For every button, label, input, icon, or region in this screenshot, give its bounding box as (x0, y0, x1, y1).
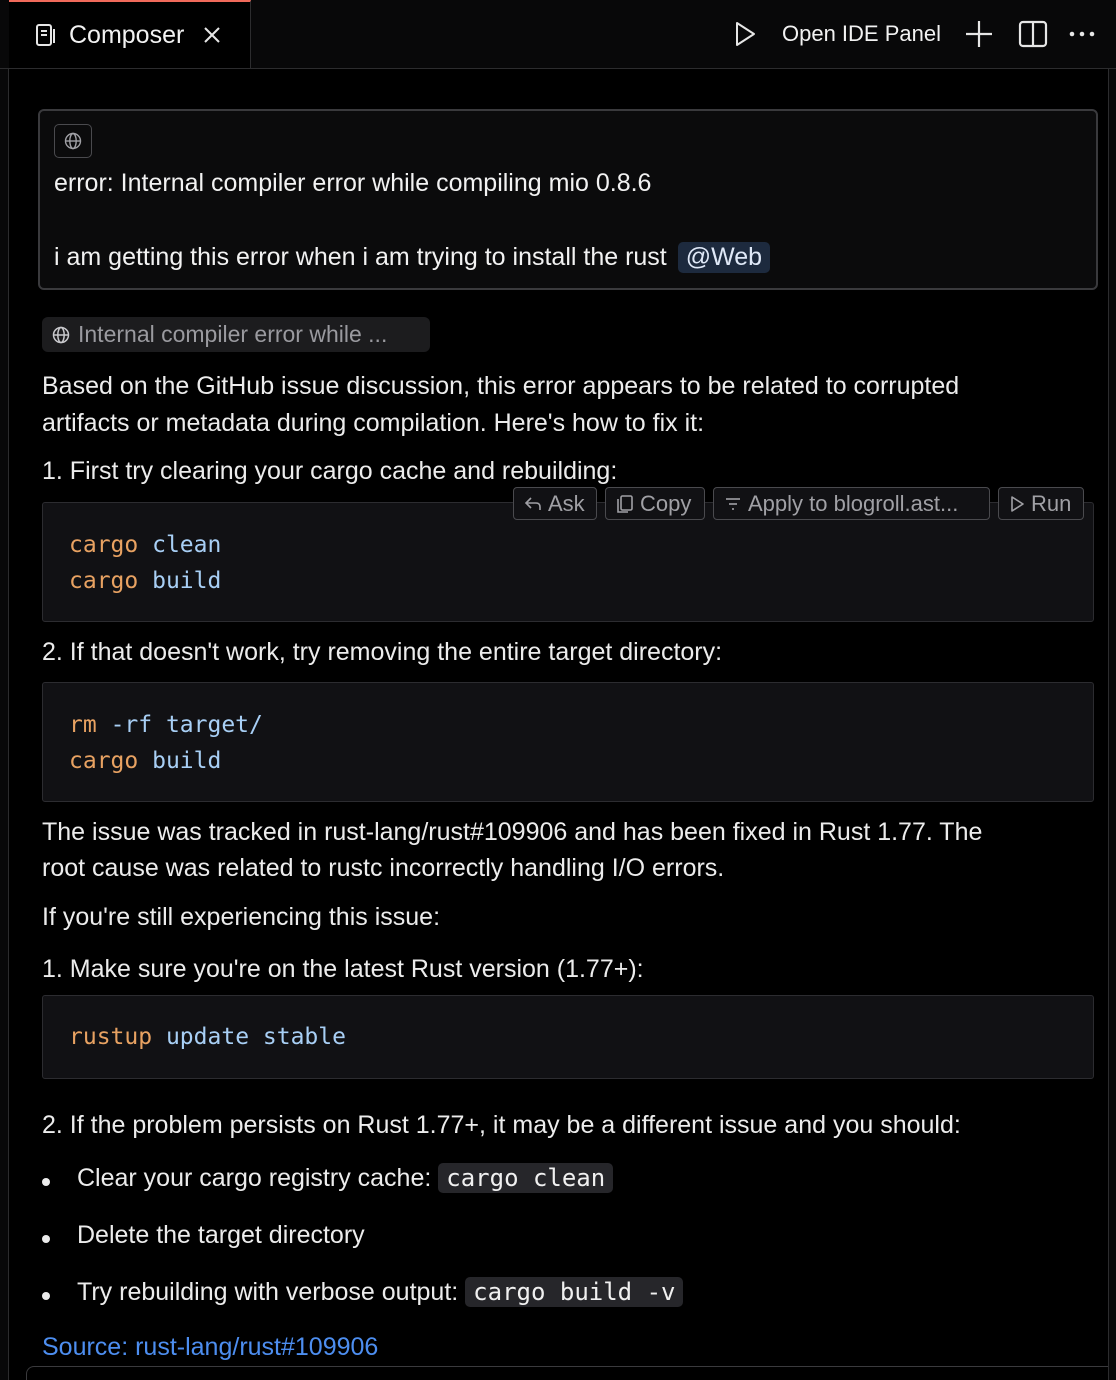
answer-intro-line1: Based on the GitHub issue discussion, th… (42, 372, 960, 400)
source-link[interactable]: Source: rust-lang/rust#109906 (42, 1333, 378, 1362)
code-block-3: rustup update stable (42, 995, 1094, 1079)
query-text-line2: i am getting this error when i am trying… (54, 242, 771, 273)
bullet-dot (42, 1178, 50, 1186)
ask-label: Ask (548, 490, 585, 516)
code-token: cargo (69, 568, 139, 594)
apply-icon (726, 497, 740, 510)
globe-icon (52, 326, 70, 343)
copy-icon (617, 494, 633, 513)
left-gutter (0, 69, 9, 1380)
step-1: 1. First try clearing your cargo cache a… (42, 457, 618, 485)
copy-button[interactable]: Copy (605, 487, 705, 520)
apply-button[interactable]: Apply to blogroll.ast... (713, 487, 990, 520)
query-text: i am getting this error when i am trying… (54, 243, 667, 271)
bullet-text: Delete the target directory (77, 1221, 365, 1249)
run-icon (1011, 495, 1024, 512)
split-editor-button[interactable] (1018, 0, 1048, 68)
composer-icon (36, 24, 55, 46)
code-token: build (152, 568, 222, 594)
still-experiencing: If you're still experiencing this issue: (42, 903, 441, 931)
tab-composer[interactable]: Composer (9, 0, 251, 68)
run-button[interactable] (733, 0, 757, 68)
input-box-edge (26, 1366, 1108, 1380)
bullet-dot (42, 1292, 50, 1300)
query-text-line1: error: Internal compiler error while com… (54, 169, 652, 197)
play-icon (736, 22, 755, 46)
web-result-title: Internal compiler error while ... (78, 321, 388, 347)
code-token: cargo (69, 748, 139, 774)
bullet-text: Try rebuilding with verbose output: (77, 1278, 459, 1306)
open-ide-panel-button[interactable]: Open IDE Panel (782, 0, 941, 68)
globe-icon (64, 132, 82, 150)
new-composer-button[interactable] (964, 0, 994, 68)
user-query-box[interactable]: error: Internal compiler error while com… (38, 109, 1098, 290)
tab-label: Composer (69, 20, 185, 49)
code-token: rustup (69, 1024, 153, 1050)
answer-intro-line2: artifacts or metadata during compilation… (42, 409, 705, 437)
more-icon (1069, 31, 1095, 37)
tracked-line1: The issue was tracked in rust-lang/rust#… (42, 818, 983, 846)
inline-code: cargo clean (438, 1163, 614, 1193)
code-token: clean (152, 532, 222, 558)
code-token: cargo (69, 532, 139, 558)
code-token: build (152, 748, 222, 774)
run-code-button[interactable]: Run (998, 487, 1084, 520)
split-icon (1018, 20, 1048, 48)
web-mention[interactable]: @Web (677, 242, 771, 273)
code-block-1: cargo clean cargo build (42, 502, 1094, 622)
step-3: 1. Make sure you're on the latest Rust v… (42, 955, 644, 983)
web-context-chip[interactable] (54, 124, 92, 158)
run-label: Run (1031, 490, 1072, 516)
copy-label: Copy (640, 490, 692, 516)
ask-button[interactable]: Ask (513, 487, 597, 520)
scrollbar[interactable] (1108, 69, 1116, 1380)
inline-code: cargo build -v (465, 1277, 684, 1307)
ask-icon (524, 496, 541, 510)
web-result-chip[interactable]: Internal compiler error while ... (42, 317, 430, 352)
step-4: 2. If the problem persists on Rust 1.77+… (42, 1111, 961, 1139)
tab-bar: Composer Open IDE Panel (0, 0, 1116, 69)
bullet-text: Clear your cargo registry cache: (77, 1164, 432, 1192)
bullet-dot (42, 1235, 50, 1243)
tracked-line2: root cause was related to rustc incorrec… (42, 854, 725, 882)
apply-label: Apply to blogroll.ast... (748, 490, 959, 516)
step-2: 2. If that doesn't work, try removing th… (42, 638, 723, 666)
plus-icon (966, 21, 992, 47)
code-token: -rf target/ (110, 712, 263, 738)
code-token: update stable (165, 1024, 346, 1050)
code-block-2: rm -rf target/ cargo build (42, 682, 1094, 802)
code-token: rm (69, 712, 97, 738)
close-icon[interactable] (202, 25, 222, 45)
more-actions-button[interactable] (1068, 0, 1096, 68)
